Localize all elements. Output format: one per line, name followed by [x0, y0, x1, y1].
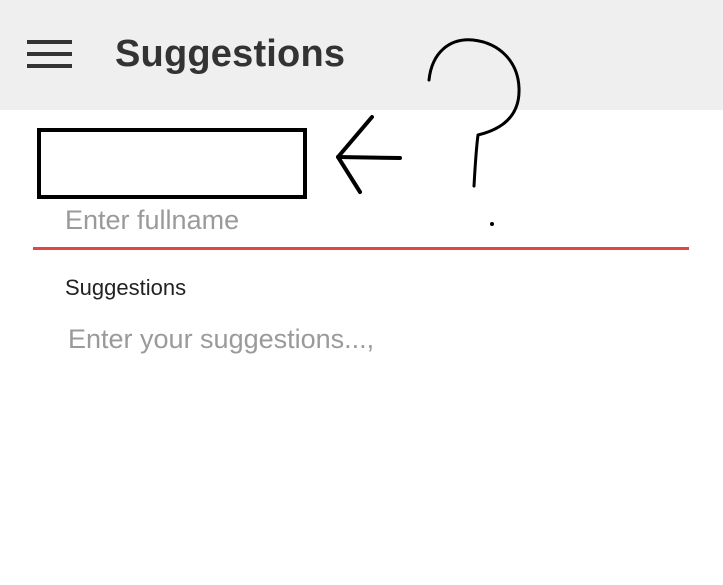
menu-bar	[27, 40, 72, 44]
fullname-input[interactable]	[33, 194, 689, 250]
suggestions-label: Suggestions	[65, 275, 187, 300]
menu-bar	[27, 52, 72, 56]
suggestions-textarea[interactable]	[65, 322, 689, 562]
page-title: Suggestions	[115, 33, 346, 75]
hamburger-menu-icon[interactable]	[26, 38, 74, 72]
menu-bar	[27, 64, 72, 68]
app-screen: Suggestions Suggestions	[0, 0, 723, 585]
arrow-left-icon	[336, 115, 402, 194]
floating-label-placeholder-box	[37, 128, 307, 199]
app-toolbar: Suggestions	[0, 0, 723, 110]
